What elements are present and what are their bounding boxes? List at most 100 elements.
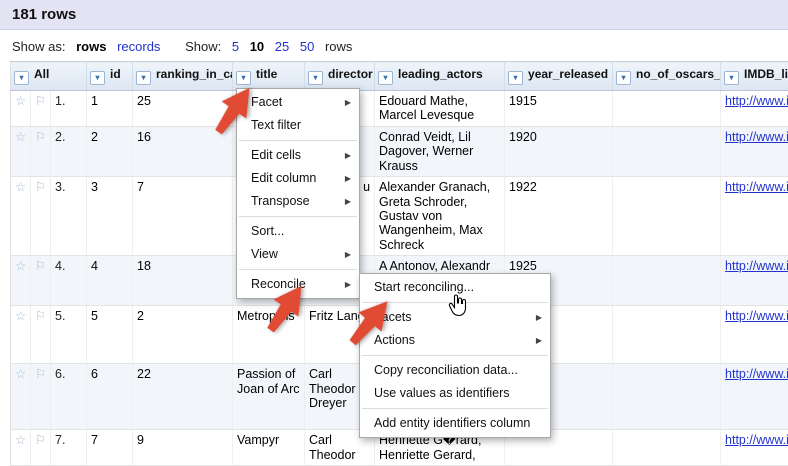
cell-id[interactable]: 7 [86, 429, 134, 466]
cell-oscars[interactable] [612, 429, 722, 466]
view-toolbar: Show as: rows records Show: 5 10 25 50 r… [0, 30, 788, 61]
menu-item-transpose[interactable]: Transpose ▶ [237, 190, 359, 213]
flag-icon[interactable]: ⚐ [30, 176, 51, 256]
cell-ranking[interactable]: 22 [132, 363, 234, 431]
imdb-link[interactable]: http://www.im [725, 180, 788, 194]
imdb-link[interactable]: http://www.im [725, 433, 788, 447]
show-as-records-option[interactable]: records [117, 39, 160, 54]
flag-icon[interactable]: ⚐ [30, 305, 51, 365]
all-column-dropdown[interactable]: ▾ [14, 71, 29, 85]
caret-down-icon: ▾ [513, 73, 518, 82]
menu-item-copy-reconciliation-data[interactable]: Copy reconciliation data... [360, 359, 550, 382]
actors-column-dropdown[interactable]: ▾ [378, 71, 394, 85]
cell-oscars[interactable] [612, 305, 722, 365]
page-size-10[interactable]: 10 [250, 39, 264, 54]
cell-oscars[interactable] [612, 255, 722, 307]
page-title: 181 rows [12, 6, 77, 23]
menu-item-edit-cells[interactable]: Edit cells ▶ [237, 144, 359, 167]
year-column-dropdown[interactable]: ▾ [508, 71, 524, 85]
table-row: ☆ ⚐ 3. 3 7 u Alexander Granach, Greta Sc… [10, 176, 788, 256]
row-index: 2. [50, 126, 88, 178]
menu-item-actions[interactable]: Actions ▶ [360, 329, 550, 352]
submenu-arrow-icon: ▶ [344, 280, 351, 289]
cell-id[interactable]: 1 [86, 90, 134, 127]
cell-id[interactable]: 4 [86, 255, 134, 307]
cell-year[interactable]: 1915 [504, 90, 614, 127]
row-index: 1. [50, 90, 88, 127]
page-size-5[interactable]: 5 [232, 39, 239, 54]
oscars-column-dropdown[interactable]: ▾ [616, 71, 632, 85]
cell-ranking[interactable]: 2 [132, 305, 234, 365]
column-header-id: ▾ id [86, 61, 134, 91]
star-icon[interactable]: ☆ [10, 255, 31, 307]
submenu-arrow-icon: ▶ [535, 313, 542, 322]
row-index: 6. [50, 363, 88, 431]
rows-count-bar: 181 rows [0, 0, 788, 30]
show-as-rows-option[interactable]: rows [76, 39, 106, 54]
column-header-all: ▾ All [10, 61, 88, 91]
menu-item-view[interactable]: View ▶ [237, 243, 359, 266]
caret-down-icon: ▾ [729, 73, 734, 82]
star-icon[interactable]: ☆ [10, 429, 31, 466]
cell-ranking[interactable]: 7 [132, 176, 234, 256]
cell-actors[interactable]: Alexander Granach, Greta Schroder, Gusta… [374, 176, 506, 256]
cell-year[interactable]: 1922 [504, 176, 614, 256]
submenu-arrow-icon: ▶ [535, 336, 542, 345]
flag-icon[interactable]: ⚐ [30, 90, 51, 127]
ranking-column-dropdown[interactable]: ▾ [136, 71, 152, 85]
caret-down-icon: ▾ [19, 73, 24, 82]
flag-icon[interactable]: ⚐ [30, 255, 51, 307]
menu-item-use-values-as-identifiers[interactable]: Use values as identifiers [360, 382, 550, 405]
cell-ranking[interactable]: 16 [132, 126, 234, 178]
menu-item-edit-column[interactable]: Edit column ▶ [237, 167, 359, 190]
menu-item-text-filter[interactable]: Text filter [237, 114, 359, 137]
caret-down-icon: ▾ [621, 73, 626, 82]
openrefine-screen: 181 rows Show as: rows records Show: 5 1… [0, 0, 788, 466]
imdb-link[interactable]: http://www.im [725, 130, 788, 144]
title-column-menu: Facet ▶ Text filter Edit cells ▶ Edit colu… [236, 88, 360, 299]
cell-id[interactable]: 3 [86, 176, 134, 256]
cell-oscars[interactable] [612, 126, 722, 178]
cell-actors[interactable]: Edouard Mathe, Marcel Levesque [374, 90, 506, 127]
column-header-ranking: ▾ranking_in_cate [132, 61, 234, 91]
star-icon[interactable]: ☆ [10, 90, 31, 127]
menu-item-add-entity-identifiers-column[interactable]: Add entity identifiers column [360, 412, 550, 435]
flag-icon[interactable]: ⚐ [30, 126, 51, 178]
page-size-50[interactable]: 50 [300, 39, 314, 54]
star-icon[interactable]: ☆ [10, 305, 31, 365]
cell-ranking[interactable]: 18 [132, 255, 234, 307]
column-header-leading-actors: ▾ leading_actors [374, 61, 506, 91]
cell-oscars[interactable] [612, 176, 722, 256]
cell-ranking[interactable]: 9 [132, 429, 234, 466]
star-icon[interactable]: ☆ [10, 126, 31, 178]
flag-icon[interactable]: ⚐ [30, 363, 51, 431]
star-icon[interactable]: ☆ [10, 363, 31, 431]
caret-down-icon: ▾ [95, 73, 100, 82]
imdb-column-dropdown[interactable]: ▾ [724, 71, 740, 85]
cell-id[interactable]: 2 [86, 126, 134, 178]
menu-separator [239, 140, 357, 141]
id-column-dropdown[interactable]: ▾ [90, 71, 106, 85]
imdb-link[interactable]: http://www.im [725, 309, 788, 323]
cell-oscars[interactable] [612, 363, 722, 431]
row-index: 5. [50, 305, 88, 365]
cell-id[interactable]: 6 [86, 363, 134, 431]
menu-item-sort[interactable]: Sort... [237, 220, 359, 243]
imdb-link[interactable]: http://www.im [725, 259, 788, 273]
cell-title[interactable]: Passion of Joan of Arc [232, 363, 306, 431]
submenu-arrow-icon: ▶ [344, 174, 351, 183]
cell-year[interactable]: 1920 [504, 126, 614, 178]
star-icon[interactable]: ☆ [10, 176, 31, 256]
imdb-link[interactable]: http://www.im [725, 94, 788, 108]
page-size-25[interactable]: 25 [275, 39, 289, 54]
cell-oscars[interactable] [612, 90, 722, 127]
cell-actors[interactable]: Conrad Veidt, Lil Dagover, Werner Krauss [374, 126, 506, 178]
imdb-link[interactable]: http://www.im [725, 367, 788, 381]
cell-id[interactable]: 5 [86, 305, 134, 365]
director-column-dropdown[interactable]: ▾ [308, 71, 324, 85]
flag-icon[interactable]: ⚐ [30, 429, 51, 466]
column-header-oscars: ▾no_of_oscars_w [612, 61, 722, 91]
menu-separator [239, 216, 357, 217]
rows-suffix-label: rows [324, 39, 353, 54]
cell-title[interactable]: Vampyr [232, 429, 306, 466]
